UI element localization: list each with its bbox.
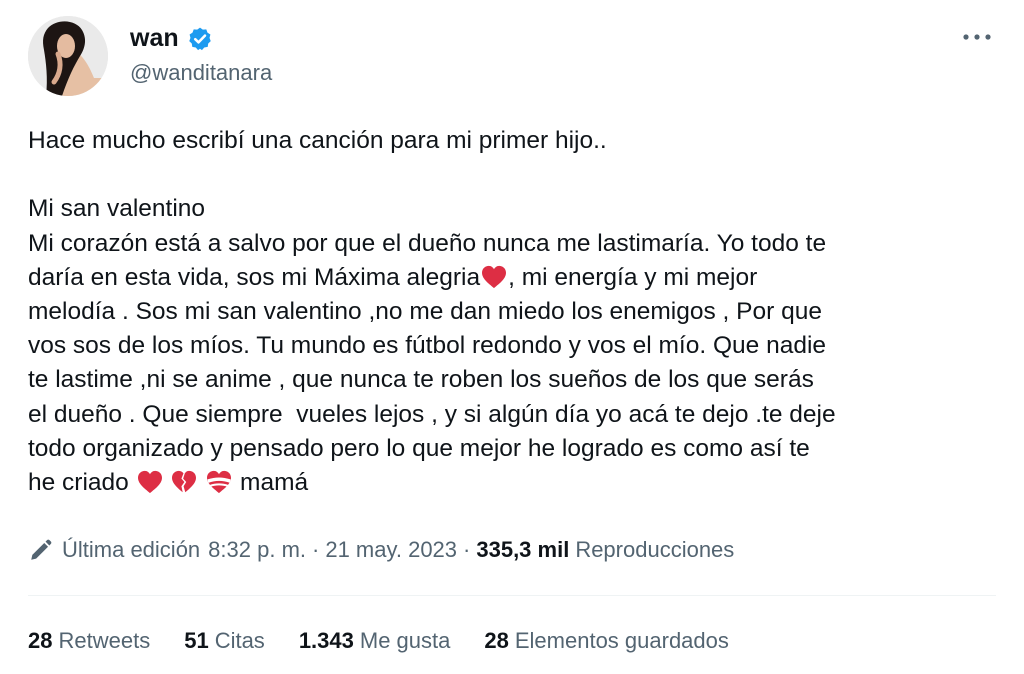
tweet-time[interactable]: 8:32 p. m. (208, 537, 306, 563)
tweet-title-line: Mi san valentino (28, 195, 206, 223)
meta-separator: · (463, 537, 471, 562)
avatar[interactable] (28, 16, 108, 96)
tweet-line-1: Hace mucho escribí una canción para mi p… (28, 127, 607, 154)
avatar-photo-icon (28, 16, 108, 96)
author-handle[interactable]: @wanditanara (130, 60, 272, 86)
divider (28, 595, 996, 596)
tweet-part-2: , mi energía y mi mejor melodía . Sos mi… (28, 263, 836, 497)
stat-bookmarks[interactable]: 28 Elementos guardados (484, 628, 729, 654)
more-options-button[interactable] (958, 20, 996, 54)
broken-heart-emoji-icon (172, 470, 197, 493)
engagement-stats: 28 Retweets 51 Citas 1.343 Me gusta 28 Eleme… (28, 628, 763, 654)
stat-likes[interactable]: 1.343 Me gusta (299, 628, 451, 654)
author-name-row[interactable]: wan (130, 24, 213, 53)
edited-label[interactable]: Última edición (62, 537, 200, 563)
more-dots-icon (963, 34, 991, 40)
tweet-text: Hace mucho escribí una canción para mi p… (28, 124, 996, 500)
views-label: Reproducciones (575, 537, 735, 562)
stat-retweets[interactable]: 28 Retweets (28, 628, 150, 654)
tweet-signature: mamá (233, 469, 309, 497)
red-heart-emoji-icon (482, 265, 507, 288)
tweet-meta: Última edición 8:32 p. m. · 21 may. 2023… (28, 537, 734, 563)
stat-quotes[interactable]: 51 Citas (184, 628, 265, 654)
verified-badge-icon (188, 27, 211, 50)
display-name[interactable]: wan (130, 24, 179, 53)
heart-with-ribbon-emoji-icon (207, 470, 232, 494)
tweet-date[interactable]: 21 may. 2023 (325, 537, 457, 563)
meta-separator: · (312, 537, 320, 562)
red-heart-emoji-icon (137, 470, 162, 494)
views-count: 335,3 mil (476, 537, 570, 562)
edit-pencil-icon (31, 539, 52, 560)
